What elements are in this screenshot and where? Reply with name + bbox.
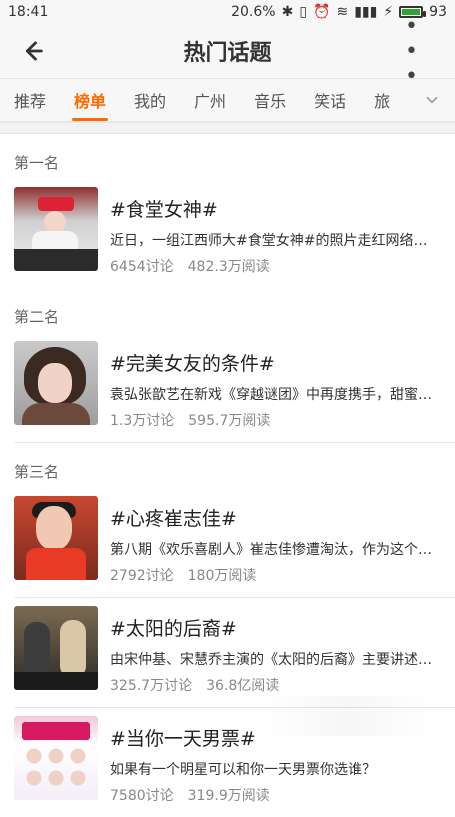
tab-label: 音乐 — [254, 92, 287, 111]
topic-thumbnail — [14, 496, 98, 580]
rank-label: 第一名 — [14, 154, 60, 172]
topic-discussions: 1.3万讨论 — [110, 413, 175, 429]
expand-tabs-button[interactable] — [421, 89, 443, 111]
topic-stats: 325.7万讨论 36.8亿阅读 — [110, 675, 441, 695]
tab-label: 广州 — [194, 92, 227, 111]
top-nav: 热门话题 • • • — [0, 14, 455, 89]
battery-percent: 20.6% — [231, 4, 276, 20]
category-tabs: 推荐 榜单 我的 广州 音乐 笑话 旅 — [0, 79, 455, 122]
topic-stats: 6454讨论 482.3万阅读 — [110, 256, 441, 276]
bluetooth-icon: ✱ — [281, 4, 294, 20]
topic-thumbnail — [14, 716, 98, 800]
tab-label: 推荐 — [14, 92, 47, 111]
status-bar: 18:41 20.6% ✱ ▯ ⏰ ≋ ▮▮▮ ⚡ 93 — [0, 0, 455, 24]
topic-thumbnail — [14, 341, 98, 425]
back-button[interactable] — [14, 33, 50, 69]
topic-discussions: 325.7万讨论 — [110, 678, 193, 694]
tab-jokes[interactable]: 笑话 — [300, 79, 360, 121]
battery-icon — [399, 6, 427, 18]
topic-stats: 2792讨论 180万阅读 — [110, 565, 441, 585]
tabs-fade-overlay — [391, 79, 419, 121]
back-arrow-icon — [25, 41, 43, 61]
rank-label: 第二名 — [14, 308, 60, 326]
topic-title: #完美女友的条件# — [110, 353, 275, 375]
topic-thumbnail — [14, 606, 98, 690]
section-gap — [0, 122, 455, 134]
ranked-topics: 第一名 #食堂女神# 近日，一组江西师大#食堂女神#的照片走红网络，也… 645… — [0, 134, 455, 597]
page-title: 热门话题 — [183, 41, 272, 66]
topic-item[interactable]: #食堂女神# 近日，一组江西师大#食堂女神#的照片走红网络，也… 6454讨论 … — [0, 179, 455, 288]
tab-recommend[interactable]: 推荐 — [0, 79, 60, 121]
tab-guangzhou[interactable]: 广州 — [180, 79, 240, 121]
tab-rankings[interactable]: 榜单 — [60, 79, 120, 121]
battery-level — [402, 9, 421, 15]
topic-description: 袁弘张歆艺在新戏《穿越谜团》中再度携手，甜蜜虐… — [110, 387, 441, 403]
topic-title: #太阳的后裔# — [110, 618, 237, 640]
rank-label: 第三名 — [14, 463, 60, 481]
more-dots-icon: • • • — [404, 13, 420, 89]
topic-reads: 36.8亿阅读 — [206, 678, 280, 694]
signal-icon: ▮▮▮ — [354, 4, 378, 20]
topic-item[interactable]: #心疼崔志佳# 第八期《欢乐喜剧人》崔志佳惨遭淘汰，作为这个舞… 2792讨论 … — [0, 488, 455, 597]
topic-item[interactable]: #完美女友的条件# 袁弘张歆艺在新戏《穿越谜团》中再度携手，甜蜜虐… 1.3万讨… — [0, 333, 455, 442]
topic-stats: 7580讨论 319.9万阅读 — [110, 785, 441, 805]
more-button[interactable]: • • • — [405, 14, 441, 89]
topic-item[interactable]: #太阳的后裔# 由宋仲基、宋慧乔主演的《太阳的后裔》主要讲述了… 325.7万讨… — [0, 598, 455, 707]
topic-title: #食堂女神# — [110, 199, 218, 221]
topic-reads: 319.9万阅读 — [187, 788, 270, 804]
charging-icon: ⚡ — [383, 4, 394, 20]
tab-mine[interactable]: 我的 — [120, 79, 180, 121]
topic-title: #心疼崔志佳# — [110, 508, 237, 530]
tab-label: 榜单 — [74, 92, 107, 111]
topic-description: 第八期《欢乐喜剧人》崔志佳惨遭淘汰，作为这个舞… — [110, 542, 441, 558]
topic-stats: 1.3万讨论 595.7万阅读 — [110, 410, 441, 430]
topic-reads: 595.7万阅读 — [188, 413, 271, 429]
topic-description: 如果有一个明星可以和你一天男票你选谁？ — [110, 762, 376, 778]
topic-discussions: 2792讨论 — [110, 568, 174, 584]
chevron-down-icon — [426, 96, 438, 104]
topic-description: 近日，一组江西师大#食堂女神#的照片走红网络，也… — [110, 233, 441, 249]
tab-music[interactable]: 音乐 — [240, 79, 300, 121]
tab-label: 我的 — [134, 92, 167, 111]
topic-reads: 482.3万阅读 — [187, 259, 270, 275]
status-time: 18:41 — [8, 4, 49, 20]
wifi-icon: ≋ — [336, 4, 349, 20]
vibrate-icon: ▯ — [299, 4, 308, 20]
topic-discussions: 6454讨论 — [110, 259, 174, 275]
topic-reads: 180万阅读 — [187, 568, 257, 584]
topic-discussions: 7580讨论 — [110, 788, 174, 804]
watermark — [257, 696, 437, 736]
tab-label: 笑话 — [314, 92, 347, 111]
alarm-icon: ⏰ — [313, 4, 331, 20]
topic-thumbnail — [14, 187, 98, 271]
tab-label: 旅 — [374, 92, 391, 111]
topic-description: 由宋仲基、宋慧乔主演的《太阳的后裔》主要讲述了… — [110, 652, 441, 668]
